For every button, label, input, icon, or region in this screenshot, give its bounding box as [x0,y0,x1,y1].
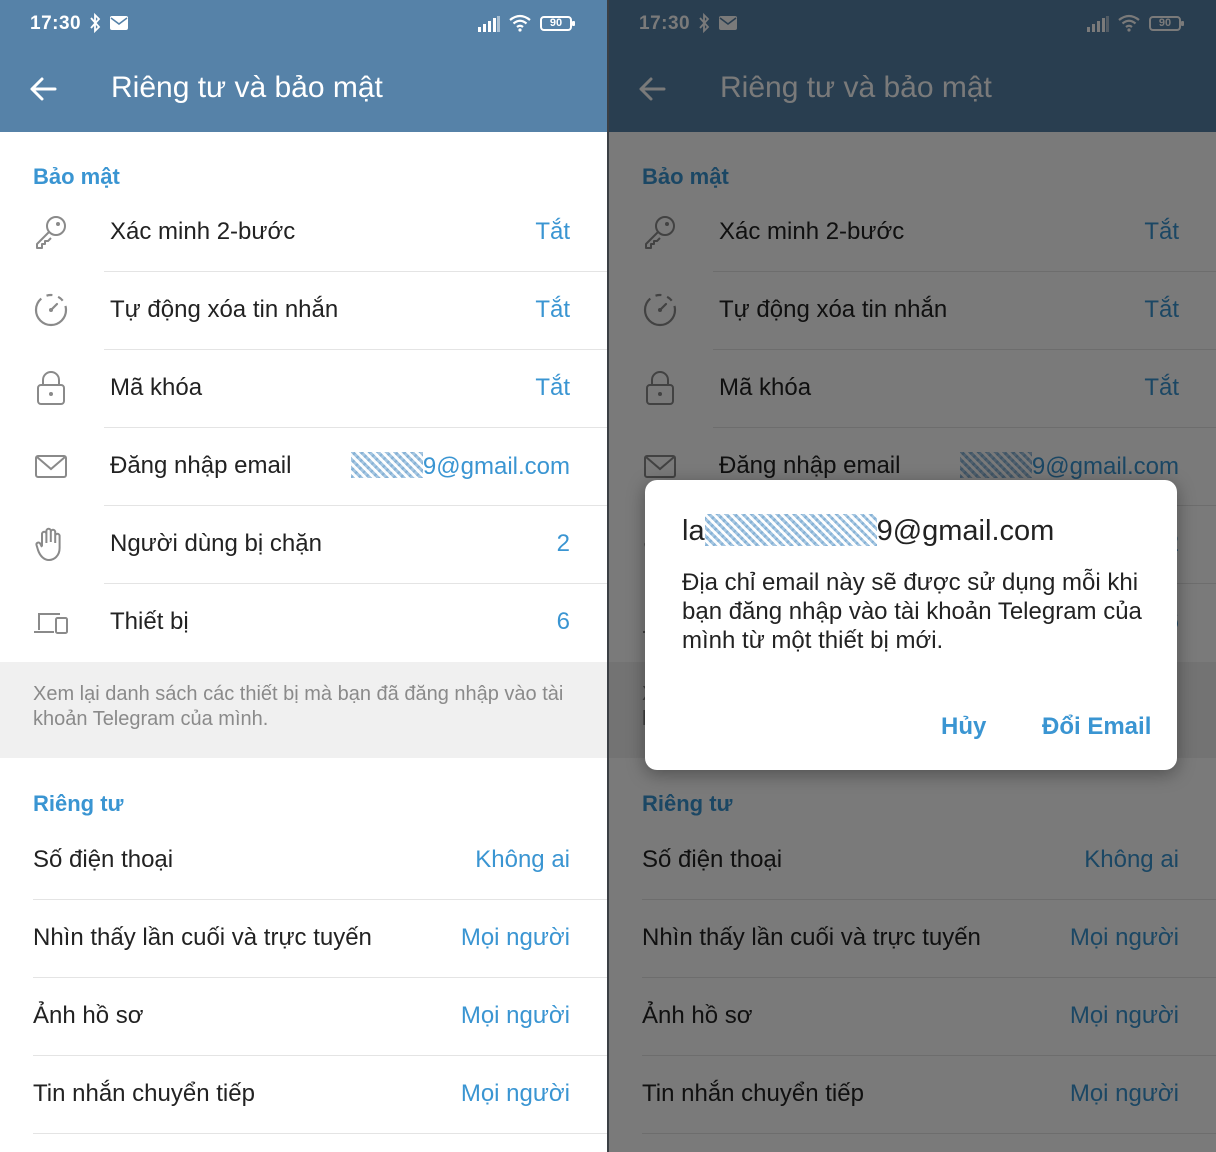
row-value: 2 [556,530,570,557]
screen-left: 17:30 90 Riêng tư và bảo mật Bảo mật Xác… [0,0,607,1152]
row-value: Mọi người [460,1080,570,1107]
dialog-email-suffix: 9@gmail.com [876,515,1055,547]
row-devices[interactable]: Thiết bị 6 [0,584,607,662]
security-footer-text: Xem lại danh sách các thiết bị mà bạn đã… [33,683,564,730]
row-divider [33,1133,607,1134]
key-icon [36,216,66,249]
app-bar: 17:30 90 Riêng tư và bảo mật [0,0,607,132]
row-label: Ảnh hồ sơ [33,1002,144,1029]
row-label: Thiết bị [110,608,189,635]
row-blocked-users[interactable]: Người dùng bị chặn 2 [0,506,607,584]
devices-icon [34,613,68,634]
row-value: Tắt [535,374,570,401]
mail-notification-icon [110,16,128,30]
dialog-title: la 9@gmail.com [682,514,1054,548]
row-label: Số điện thoại [33,846,174,873]
row-auto-delete-messages[interactable]: Tự động xóa tin nhắn Tắt [0,272,607,350]
row-two-step-verification[interactable]: Xác minh 2-bước Tắt [0,194,607,272]
battery-indicator: 90 [540,16,575,31]
screen-right: 17:30 90 Riêng tư và bảo mật Bảo mật Xác… [609,0,1216,1152]
status-bar: 17:30 90 [0,0,607,48]
row-value: Tắt [535,296,570,323]
page-title: Riêng tư và bảo mật [111,71,383,104]
hand-icon [35,527,61,561]
signal-icon [478,16,500,32]
dialog-email-prefix: la [682,515,705,547]
status-time: 17:30 [30,13,82,34]
dialog-message: Địa chỉ email này sẽ được sử dụng mỗi kh… [682,569,1142,654]
wifi-icon [509,14,531,32]
row-last-seen-online[interactable]: Nhìn thấy lần cuối và trực tuyến Mọi ngư… [0,900,607,978]
back-arrow-icon[interactable] [28,74,58,104]
row-label: Tự động xóa tin nhắn [110,296,339,323]
email-dialog: la 9@gmail.com Địa chỉ email này sẽ được … [645,480,1177,770]
row-label: Nhìn thấy lần cuối và trực tuyến [33,924,372,951]
lock-icon [37,371,65,405]
row-value: Mọi người [460,924,570,951]
row-passcode-lock[interactable]: Mã khóa Tắt [0,350,607,428]
section-header-security: Bảo mật [33,164,120,189]
email-visible-part: 9@gmail.com [422,453,570,480]
row-label: Mã khóa [110,374,203,401]
timer-icon [34,293,68,327]
row-value-email: 9@gmail.com [350,452,570,481]
row-label: Tin nhắn chuyển tiếp [33,1080,255,1107]
row-value: Mọi người [460,1002,570,1029]
row-profile-photo[interactable]: Ảnh hồ sơ Mọi người [0,978,607,1056]
redacted-blur [704,514,877,546]
settings-list: Bảo mật Xác minh 2-bước Tắt Tự động xóa … [0,132,607,1152]
row-login-email[interactable]: Đăng nhập email 9@gmail.com [0,428,607,506]
row-label: Người dùng bị chặn [110,530,322,557]
row-value: Tắt [535,218,570,245]
row-label: Đăng nhập email [110,452,292,479]
redacted-blur [350,452,423,478]
row-phone-number[interactable]: Số điện thoại Không ai [0,822,607,900]
row-value: 6 [556,608,570,635]
security-info-box: Xem lại danh sách các thiết bị mà bạn đã… [0,662,607,758]
bluetooth-icon [90,12,101,34]
cancel-button[interactable]: Hủy [941,713,986,741]
mail-icon [35,455,67,478]
section-header-privacy: Riêng tư [33,791,124,816]
change-email-button[interactable]: Đổi Email [1042,713,1151,741]
row-value: Không ai [475,846,570,873]
row-label: Xác minh 2-bước [110,218,296,245]
row-forwarded-messages[interactable]: Tin nhắn chuyển tiếp Mọi người [0,1056,607,1134]
